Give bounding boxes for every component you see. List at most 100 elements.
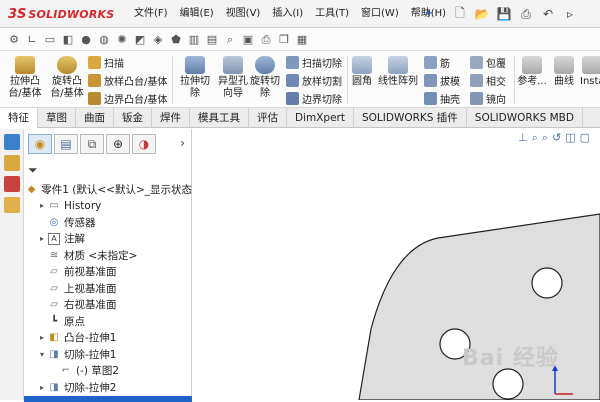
report-icon[interactable]: ▣ (240, 32, 256, 48)
fillet-button[interactable]: 圆角 (346, 54, 378, 88)
menu-file[interactable]: 文件(F) (128, 0, 174, 28)
menu-tools[interactable]: 工具(T) (309, 0, 355, 28)
tab-dimxpert[interactable]: DimXpert (287, 108, 354, 128)
sphere-icon[interactable]: ● (78, 32, 94, 48)
rib-button[interactable]: 筋 (424, 54, 450, 70)
wrap-button[interactable]: 包覆 (470, 54, 506, 70)
copy-icon[interactable]: ❐ (276, 32, 292, 48)
print-icon[interactable]: ⎙ (516, 4, 536, 24)
printer-icon[interactable]: ⎙ (258, 32, 274, 48)
shield-icon[interactable]: ⬟ (168, 32, 184, 48)
tree-item-front-plane[interactable]: ▱ 前视基准面 (24, 264, 192, 281)
expand-arrow-icon[interactable]: ▸ (36, 383, 48, 392)
tree-item-sensors[interactable]: ◎ 传感器 (24, 214, 192, 231)
boss-extrude-icon: ◧ (49, 332, 59, 344)
reference-geometry-button[interactable]: 参考... (514, 54, 550, 88)
home-icon[interactable] (4, 134, 20, 150)
display-manager-tab-icon[interactable]: ◑ (132, 134, 156, 154)
tab-sketch[interactable]: 草图 (38, 108, 76, 128)
pin-icon[interactable]: ✦ (424, 8, 436, 20)
options-icon[interactable]: ▦ (294, 32, 310, 48)
shell-button[interactable]: 抽壳 (424, 90, 460, 106)
tree-item-cut-extrude1[interactable]: ▾ ◨ 切除-拉伸1 (24, 346, 192, 363)
linear-pattern-button[interactable]: 线性阵列 (376, 54, 420, 88)
sketch-corner-icon[interactable]: ∟ (24, 32, 40, 48)
boundary-boss-button[interactable]: 边界凸台/基体 (88, 90, 167, 106)
feature-manager-tab-icon[interactable]: ◉ (28, 134, 52, 154)
cube-icon[interactable]: ◩ (132, 32, 148, 48)
tree-item-top-plane[interactable]: ▱ 上视基准面 (24, 280, 192, 297)
tree-item-boss-extrude1[interactable]: ▸ ◧ 凸台-拉伸1 (24, 330, 192, 347)
selected-row-highlight[interactable] (24, 395, 192, 402)
tree-item-sketch2[interactable]: ⌐ (-) 草图2 (24, 363, 192, 380)
extrude-boss-button[interactable]: 拉伸凸 台/基体 (4, 54, 46, 100)
revolve-boss-button[interactable]: 旋转凸 台/基体 (46, 54, 88, 100)
sweep-label: 扫描 (104, 58, 124, 70)
tab-solidworks-mbd[interactable]: SOLIDWORKS MBD (467, 108, 583, 128)
select-pointer-icon[interactable]: ▹ (560, 4, 580, 24)
configuration-manager-tab-icon[interactable]: ⧉ (80, 134, 104, 154)
settings-wheel-icon[interactable]: ✺ (114, 32, 130, 48)
hole-1[interactable] (531, 267, 563, 299)
tab-solidworks-addins[interactable]: SOLIDWORKS 插件 (354, 108, 467, 128)
curves-button[interactable]: 曲线 (550, 54, 578, 88)
gear-icon[interactable]: ⚙ (6, 32, 22, 48)
chevron-right-icon[interactable]: › (180, 136, 185, 150)
tree-item-material[interactable]: ≋ 材质 <未指定> (24, 247, 192, 264)
linear-pattern-icon (388, 56, 408, 74)
instant3d-button[interactable]: Insta (580, 54, 600, 88)
boundary-cut-button[interactable]: 边界切除 (286, 90, 342, 106)
tab-mold-tools[interactable]: 模具工具 (190, 108, 249, 128)
tab-evaluate[interactable]: 评估 (249, 108, 287, 128)
history-icon: ▭ (49, 200, 59, 212)
expand-arrow-icon[interactable]: ▸ (36, 234, 48, 243)
expand-arrow-icon[interactable]: ▸ (36, 201, 48, 210)
extrude-cut-button[interactable]: 拉伸切 除 (174, 54, 216, 100)
tree-root-part[interactable]: ◆ 零件1 (默认<<默认>_显示状态 (24, 181, 192, 198)
mirror-button[interactable]: 镜向 (470, 90, 506, 106)
tab-features[interactable]: 特征 (0, 108, 38, 128)
sweep-button[interactable]: 扫描 (88, 54, 124, 70)
open-folder-icon[interactable]: 📂 (472, 4, 492, 24)
new-document-icon[interactable]: 🗋 (450, 4, 470, 24)
undo-icon[interactable]: ↶ (538, 4, 558, 24)
menu-window[interactable]: 窗口(W) (355, 0, 405, 28)
tab-sheet-metal[interactable]: 钣金 (114, 108, 152, 128)
sweep-cut-button[interactable]: 扫描切除 (286, 54, 342, 70)
tab-weldments[interactable]: 焊件 (152, 108, 190, 128)
expand-arrow-icon[interactable]: ▸ (36, 333, 48, 342)
save-icon[interactable]: 💾 (494, 4, 514, 24)
file-explorer-icon[interactable] (4, 176, 20, 192)
view-orient-icon[interactable]: ◧ (60, 32, 76, 48)
dimxpert-manager-tab-icon[interactable]: ⊕ (106, 134, 130, 154)
tree-item-cut-extrude2[interactable]: ▸ ◨ 切除-拉伸2 (24, 379, 192, 396)
search-icon[interactable]: ⌕ (222, 32, 238, 48)
draft-button[interactable]: 拔模 (424, 72, 460, 88)
filter-icon[interactable]: ⏷ (28, 163, 38, 178)
intersect-button[interactable]: 相交 (470, 72, 506, 88)
loft-boss-button[interactable]: 放样凸台/基体 (88, 72, 167, 88)
part-face[interactable] (358, 213, 600, 400)
display-icon[interactable]: ▭ (42, 32, 58, 48)
revolve-cut-button[interactable]: 旋转切 除 (244, 54, 286, 100)
tree-item-annotations[interactable]: ▸ A 注解 (24, 231, 192, 248)
loft-cut-button[interactable]: 放样切割 (286, 72, 342, 88)
hole-3[interactable] (492, 368, 524, 400)
menu-insert[interactable]: 插入(I) (266, 0, 309, 28)
color-globe-icon[interactable]: ◍ (96, 32, 112, 48)
collapse-arrow-icon[interactable]: ▾ (36, 350, 48, 359)
tab-surfaces[interactable]: 曲面 (76, 108, 114, 128)
tree-item-origin[interactable]: ┗ 原点 (24, 313, 192, 330)
chart-icon[interactable]: ▤ (204, 32, 220, 48)
tree-item-history[interactable]: ▸ ▭ History (24, 198, 192, 215)
tree-item-right-plane[interactable]: ▱ 右视基准面 (24, 297, 192, 314)
panel-tabs: ◉ ▤ ⧉ ⊕ ◑ (24, 133, 192, 155)
linear-pattern-label: 线性阵列 (378, 76, 418, 87)
shade-icon[interactable]: ◈ (150, 32, 166, 48)
property-manager-tab-icon[interactable]: ▤ (54, 134, 78, 154)
appearances-icon[interactable] (4, 197, 20, 213)
menu-edit[interactable]: 编辑(E) (174, 0, 220, 28)
measure-icon[interactable]: ▥ (186, 32, 202, 48)
menu-view[interactable]: 视图(V) (220, 0, 267, 28)
design-library-icon[interactable] (4, 155, 20, 171)
